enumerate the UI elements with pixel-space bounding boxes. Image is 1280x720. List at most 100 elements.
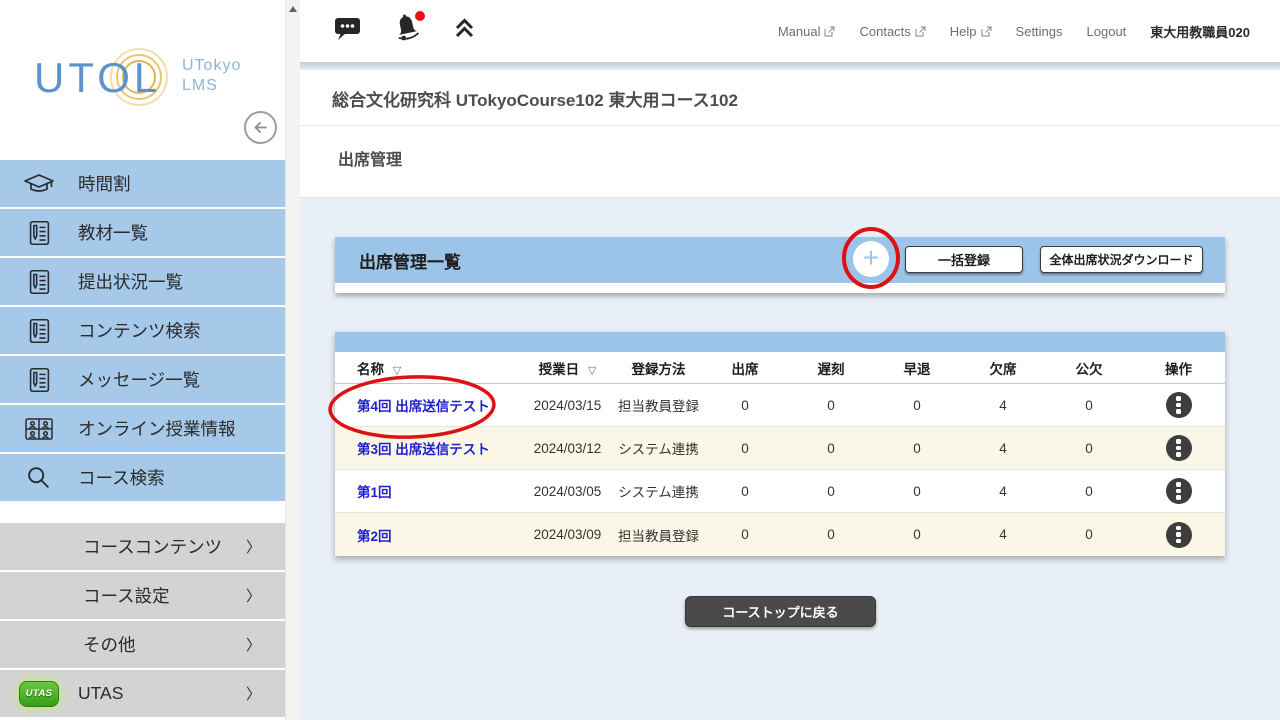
column-header-early-leave: 早退 [874,358,960,378]
sort-icon[interactable]: ▽ [393,365,401,377]
column-header-label: 授業日 [539,362,580,377]
row-actions-menu-button[interactable] [1166,522,1192,548]
course-title: 総合文化研究科 UTokyoCourse102 東大用コース102 [300,70,1280,111]
sidebar-item-course-settings[interactable]: コース設定 〉 [0,572,285,619]
video-grid-icon [21,415,57,443]
chevron-right-icon: 〉 [246,536,261,557]
sidebar-collapse-button[interactable] [244,111,277,144]
table-top-bar [335,332,1225,352]
absent-count: 4 [960,484,1046,499]
main-content: Manual Contacts Help [300,0,1280,720]
topbar-shadow [300,62,1280,70]
help-link[interactable]: Help [950,24,992,39]
row-actions-menu-button[interactable] [1166,435,1192,461]
panel-title: 出席管理一覧 [359,248,461,273]
notifications-button[interactable] [392,13,422,48]
utol-logo[interactable]: UTOL UTokyo LMS [34,46,264,116]
present-count: 0 [702,441,788,456]
class-date: 2024/03/12 [520,441,615,456]
registration-method: 担当教員登録 [615,395,702,415]
sidebar-item-label: UTAS [78,683,123,704]
back-to-course-top-button[interactable]: コーストップに戻る [685,596,876,627]
row-actions-menu-button[interactable] [1166,392,1192,418]
sidebar-item-label: コース設定 [83,583,170,608]
attendance-record-link[interactable]: 第1回 [357,485,392,500]
chevron-right-icon: 〉 [246,634,261,655]
contacts-link[interactable]: Contacts [859,24,925,39]
sidebar-item-timetable[interactable]: 時間割 [0,160,285,207]
logout-link[interactable]: Logout [1087,24,1127,39]
download-attendance-button[interactable]: 全体出席状況ダウンロード [1040,246,1203,273]
sidebar-item-utas[interactable]: UTAS UTAS 〉 [0,670,285,717]
collapse-topbar-button[interactable] [451,15,478,47]
absent-count: 4 [960,527,1046,542]
search-icon [21,463,57,493]
clipboard-icon [21,218,57,248]
early-leave-count: 0 [874,527,960,542]
chevron-right-icon: 〉 [246,683,261,704]
sidebar-item-content-search[interactable]: コンテンツ検索 [0,307,285,354]
top-bar-links: Manual Contacts Help [778,0,1250,62]
clipboard-icon [21,267,57,297]
row-actions-menu-button[interactable] [1166,478,1192,504]
column-header-date[interactable]: 授業日 ▽ [520,358,615,378]
column-header-absent: 欠席 [960,358,1046,378]
sidebar-item-materials[interactable]: 教材一覧 [0,209,285,256]
username-display: 東大用教職員020 [1150,22,1250,41]
settings-link[interactable]: Settings [1016,24,1063,39]
table-header-row: 名称 ▽ 授業日 ▽ 登録方法 出席 遅刻 早退 欠席 公欠 操作 [335,352,1225,384]
sidebar-item-course-search[interactable]: コース検索 [0,454,285,501]
sidebar-scrollbar[interactable] [285,0,300,720]
scrollbar-up-arrow-icon[interactable] [289,6,297,12]
external-link-icon [915,26,926,37]
sidebar-main-menu: 時間割 教材一覧 [0,160,285,503]
present-count: 0 [702,484,788,499]
logo-subtitle-line2: LMS [182,77,218,94]
sidebar-item-others[interactable]: その他 〉 [0,621,285,668]
class-date: 2024/03/15 [520,398,615,413]
sidebar-item-messages[interactable]: メッセージ一覧 [0,356,285,403]
double-chevron-up-icon [451,15,478,42]
excused-count: 0 [1046,527,1132,542]
early-leave-count: 0 [874,398,960,413]
page-header-section: 総合文化研究科 UTokyoCourse102 東大用コース102 出席管理 [300,70,1280,198]
registration-method: システム連携 [615,438,702,458]
column-header-excused: 公欠 [1046,358,1132,378]
attendance-record-link[interactable]: 第4回 出席送信テスト [357,399,490,414]
clipboard-icon [21,365,57,395]
column-header-late: 遅刻 [788,358,874,378]
column-header-name[interactable]: 名称 ▽ [335,358,520,378]
column-header-method: 登録方法 [615,358,702,378]
sidebar-item-label: メッセージ一覧 [78,367,200,392]
settings-link-label: Settings [1016,24,1063,39]
sidebar-item-course-contents[interactable]: コースコンテンツ 〉 [0,523,285,570]
attendance-record-link[interactable]: 第2回 [357,529,392,544]
contacts-link-label: Contacts [859,24,910,39]
notification-badge [415,11,425,21]
graduation-cap-icon [21,170,57,198]
manual-link[interactable]: Manual [778,24,836,39]
logo-wordmark: UTOL [34,54,161,102]
column-header-label: 名称 [357,362,384,377]
excused-count: 0 [1046,441,1132,456]
chevron-right-icon: 〉 [246,585,261,606]
clipboard-icon [21,316,57,346]
registration-method: システム連携 [615,481,702,501]
utol-lms-page: UTOL UTokyo LMS 時間割 [0,0,1280,720]
external-link-icon [981,26,992,37]
sidebar-item-online-class-info[interactable]: オンライン授業情報 [0,405,285,452]
sidebar-item-label: その他 [83,632,136,657]
sidebar-item-label: オンライン授業情報 [78,416,236,441]
sidebar-item-label: コース検索 [78,465,165,490]
late-count: 0 [788,527,874,542]
logo-subtitle: UTokyo LMS [182,56,241,96]
attendance-record-link[interactable]: 第3回 出席送信テスト [357,442,490,457]
add-attendance-button[interactable]: + [853,241,889,277]
sidebar-item-submission-status[interactable]: 提出状況一覧 [0,258,285,305]
messages-button[interactable] [333,14,363,47]
batch-register-button[interactable]: 一括登録 [905,246,1023,273]
table-row: 第3回 出席送信テスト 2024/03/12 システム連携 0 0 0 4 0 [335,427,1225,470]
sort-icon[interactable]: ▽ [588,365,596,377]
attendance-table: 名称 ▽ 授業日 ▽ 登録方法 出席 遅刻 早退 欠席 公欠 操作 第4回 出席… [335,332,1225,556]
early-leave-count: 0 [874,441,960,456]
